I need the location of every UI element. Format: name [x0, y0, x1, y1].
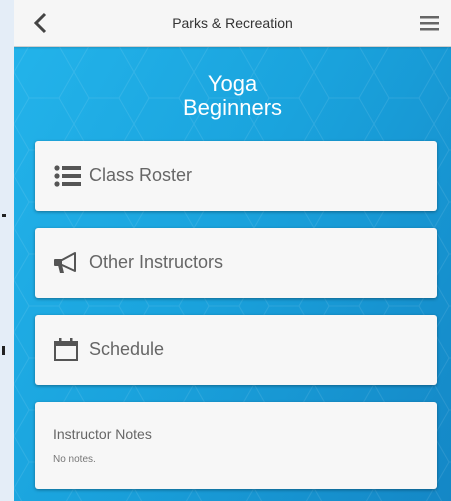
schedule-label: Schedule [89, 339, 165, 359]
app-title: Parks & Recreation [172, 15, 293, 31]
class-title: Yoga Beginners [14, 72, 451, 120]
megaphone-icon [54, 252, 76, 273]
instructor-notes-card: Instructor Notes No notes. [35, 402, 437, 489]
menu-button[interactable] [419, 13, 441, 33]
background-fragment [2, 346, 5, 355]
other-instructors-label: Other Instructors [89, 252, 224, 272]
instructor-notes-label: Instructor Notes [53, 426, 152, 442]
top-bar: Parks & Recreation [14, 0, 451, 47]
chevron-left-icon [33, 12, 47, 34]
class-roster-label: Class Roster [89, 165, 193, 185]
calendar-icon [54, 338, 78, 361]
background-sliver [0, 0, 14, 501]
class-title-line1: Yoga [207, 71, 258, 96]
hamburger-menu-icon [420, 16, 439, 31]
schedule-card[interactable]: Schedule [35, 315, 437, 385]
app-screen: Parks & Recreation Yoga Beginners Class … [14, 0, 451, 501]
back-button[interactable] [26, 8, 56, 38]
other-instructors-card[interactable]: Other Instructors [35, 228, 437, 298]
instructor-notes-text: No notes. [53, 454, 96, 465]
class-title-line2: Beginners [182, 95, 283, 120]
class-roster-card[interactable]: Class Roster [35, 141, 437, 211]
background-fragment [2, 214, 6, 217]
list-icon [54, 165, 81, 187]
